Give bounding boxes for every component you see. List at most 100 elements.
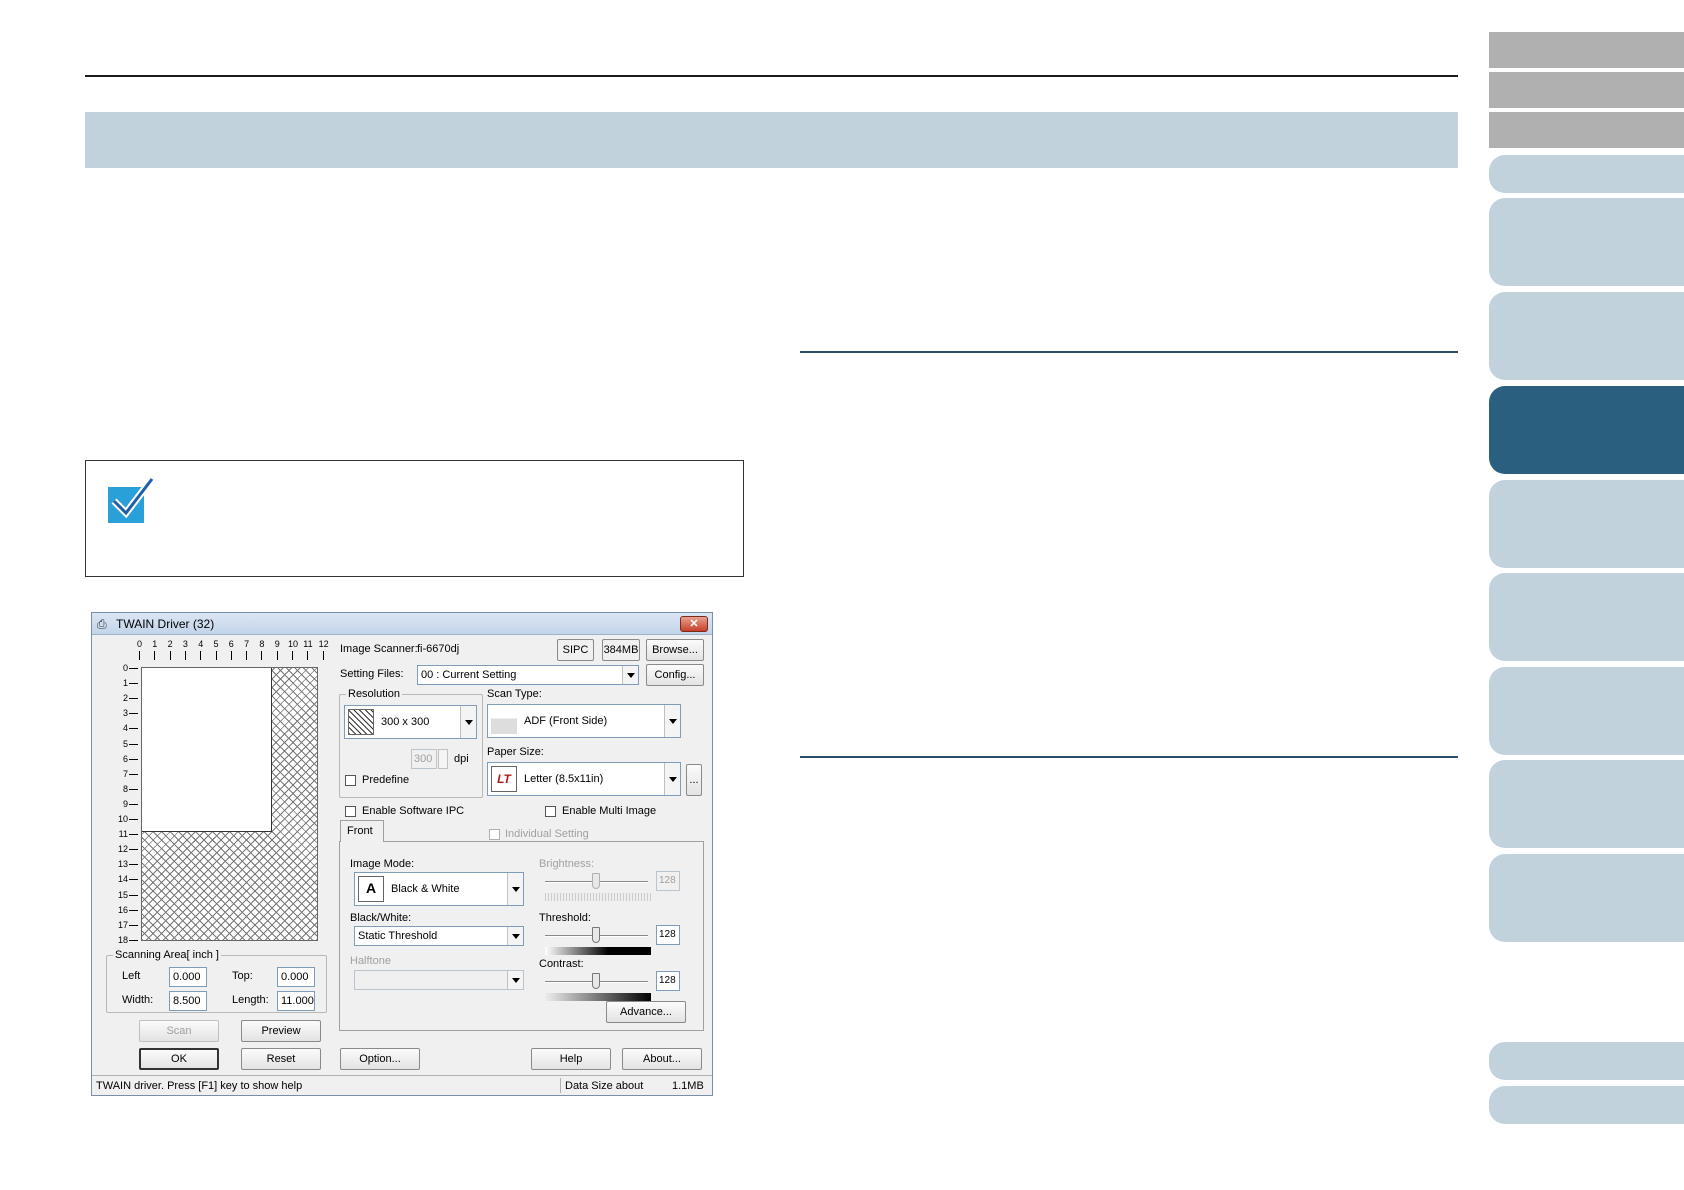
ruler-h-label: 1	[152, 639, 158, 649]
ruler-h-label: 11	[303, 639, 313, 649]
chevron-down-icon[interactable]	[507, 873, 523, 905]
halftone-dropdown[interactable]	[354, 970, 524, 990]
browse-button[interactable]: Browse...	[646, 639, 704, 661]
ruler-v-tick	[129, 683, 138, 685]
paper-size-dropdown[interactable]: LT Letter (8.5x11in)	[487, 762, 681, 796]
ruler-h-tick	[139, 651, 140, 660]
width-field[interactable]: 8.500	[169, 991, 207, 1011]
left-field[interactable]: 0.000	[169, 967, 207, 987]
scanner-icon: ⎙	[97, 617, 107, 631]
config-button[interactable]: Config...	[646, 664, 704, 686]
ruler-v-tick	[129, 909, 138, 911]
checkmark-icon	[108, 476, 155, 523]
ruler-h-tick	[292, 651, 293, 660]
ruler-v-tick	[129, 834, 138, 836]
ruler-v-label: 10	[117, 814, 128, 824]
bw-value: Static Threshold	[358, 930, 438, 942]
enable-multi-image-checkbox[interactable]	[545, 806, 556, 817]
resolution-dropdown[interactable]: 300 x 300	[344, 705, 477, 739]
bw-label: Black/White:	[350, 912, 412, 924]
brightness-slider-thumb[interactable]	[592, 873, 600, 889]
reset-button[interactable]: Reset	[241, 1048, 321, 1070]
dpi-field[interactable]: 300	[411, 749, 437, 769]
side-tab[interactable]	[1489, 667, 1684, 755]
vertical-ruler: 0 1 2 3 4 5 6 7 8 9 10 11 12 13 14 15 16 17 18	[110, 663, 140, 945]
side-tab[interactable]	[1489, 32, 1684, 68]
side-tab[interactable]	[1489, 292, 1684, 380]
tab-front-label: Front	[347, 825, 373, 837]
preview-button[interactable]: Preview	[241, 1020, 321, 1042]
length-field[interactable]: 11.000	[277, 991, 315, 1011]
ruler-v-label: 2	[122, 693, 128, 704]
ruler-h-tick	[322, 651, 324, 660]
brightness-gradient	[545, 893, 651, 901]
threshold-slider-thumb[interactable]	[592, 927, 600, 943]
chevron-down-icon[interactable]	[664, 705, 680, 737]
resolution-icon	[348, 709, 374, 735]
about-button[interactable]: About...	[622, 1048, 702, 1070]
memory-badge: 384MB	[602, 639, 640, 661]
side-tab[interactable]	[1489, 155, 1684, 193]
threshold-gradient	[545, 947, 651, 955]
help-button[interactable]: Help	[531, 1048, 611, 1070]
scan-type-label: Scan Type:	[487, 688, 542, 700]
side-tab[interactable]	[1489, 1086, 1684, 1124]
side-tab-active[interactable]	[1489, 386, 1684, 474]
setting-files-dropdown[interactable]: 00 : Current Setting	[417, 665, 639, 685]
predefine-checkbox[interactable]	[345, 775, 356, 786]
status-text: TWAIN driver. Press [F1] key to show hel…	[96, 1080, 303, 1092]
bw-dropdown[interactable]: Static Threshold	[354, 926, 524, 946]
ruler-v-tick	[129, 924, 138, 926]
top-field[interactable]: 0.000	[277, 967, 315, 987]
ruler-v-tick	[129, 668, 138, 669]
tab-front[interactable]: Front	[340, 820, 384, 842]
side-tab[interactable]	[1489, 198, 1684, 286]
image-mode-icon: A	[358, 876, 384, 902]
ok-button[interactable]: OK	[139, 1048, 219, 1070]
scan-area-page[interactable]	[142, 668, 272, 832]
side-tab[interactable]	[1489, 1042, 1684, 1080]
contrast-gradient	[545, 993, 651, 1001]
side-tab[interactable]	[1489, 854, 1684, 942]
ruler-h-tick	[276, 651, 278, 660]
side-tab[interactable]	[1489, 112, 1684, 148]
contrast-field[interactable]: 128	[656, 971, 680, 991]
threshold-field[interactable]: 128	[656, 925, 680, 945]
paper-size-more-button[interactable]: ...	[686, 764, 702, 796]
advance-button[interactable]: Advance...	[606, 1001, 686, 1023]
individual-setting-checkbox[interactable]	[489, 829, 500, 840]
side-tab[interactable]	[1489, 480, 1684, 568]
image-mode-dropdown[interactable]: A Black & White	[354, 872, 524, 906]
dialog-title: TWAIN Driver (32)	[116, 617, 215, 631]
side-tab[interactable]	[1489, 72, 1684, 108]
sipc-badge: SIPC	[557, 639, 594, 661]
side-tab[interactable]	[1489, 760, 1684, 848]
scan-button[interactable]: Scan	[139, 1020, 219, 1042]
ruler-h-label: 0	[137, 639, 143, 649]
brightness-field[interactable]: 128	[656, 871, 680, 891]
preview-pane[interactable]	[141, 667, 318, 941]
chevron-down-icon[interactable]	[507, 927, 523, 945]
side-tab[interactable]	[1489, 573, 1684, 661]
scan-type-dropdown[interactable]: ADF (Front Side)	[487, 704, 681, 738]
chevron-down-icon[interactable]	[664, 763, 680, 795]
close-icon[interactable]: ✕	[680, 616, 708, 632]
option-button[interactable]: Option...	[340, 1048, 420, 1070]
contrast-slider-thumb[interactable]	[592, 973, 600, 989]
chevron-down-icon[interactable]	[460, 706, 476, 738]
enable-software-ipc-checkbox[interactable]	[345, 806, 356, 817]
ruler-h-tick	[230, 651, 232, 660]
chevron-down-icon[interactable]	[622, 666, 638, 684]
ruler-h-label: 5	[213, 639, 219, 649]
section-rule	[800, 756, 1458, 758]
dpi-stepper[interactable]	[438, 749, 448, 769]
adf-icon	[491, 708, 517, 734]
threshold-label: Threshold:	[539, 912, 591, 924]
length-label: Length:	[232, 994, 269, 1006]
ruler-h-tick	[307, 651, 309, 660]
ruler-v-label: 15	[117, 889, 128, 900]
ruler-h-tick	[200, 651, 202, 660]
status-divider	[560, 1078, 561, 1093]
chevron-down-icon[interactable]	[507, 971, 523, 989]
ruler-h-label: 4	[198, 639, 204, 649]
